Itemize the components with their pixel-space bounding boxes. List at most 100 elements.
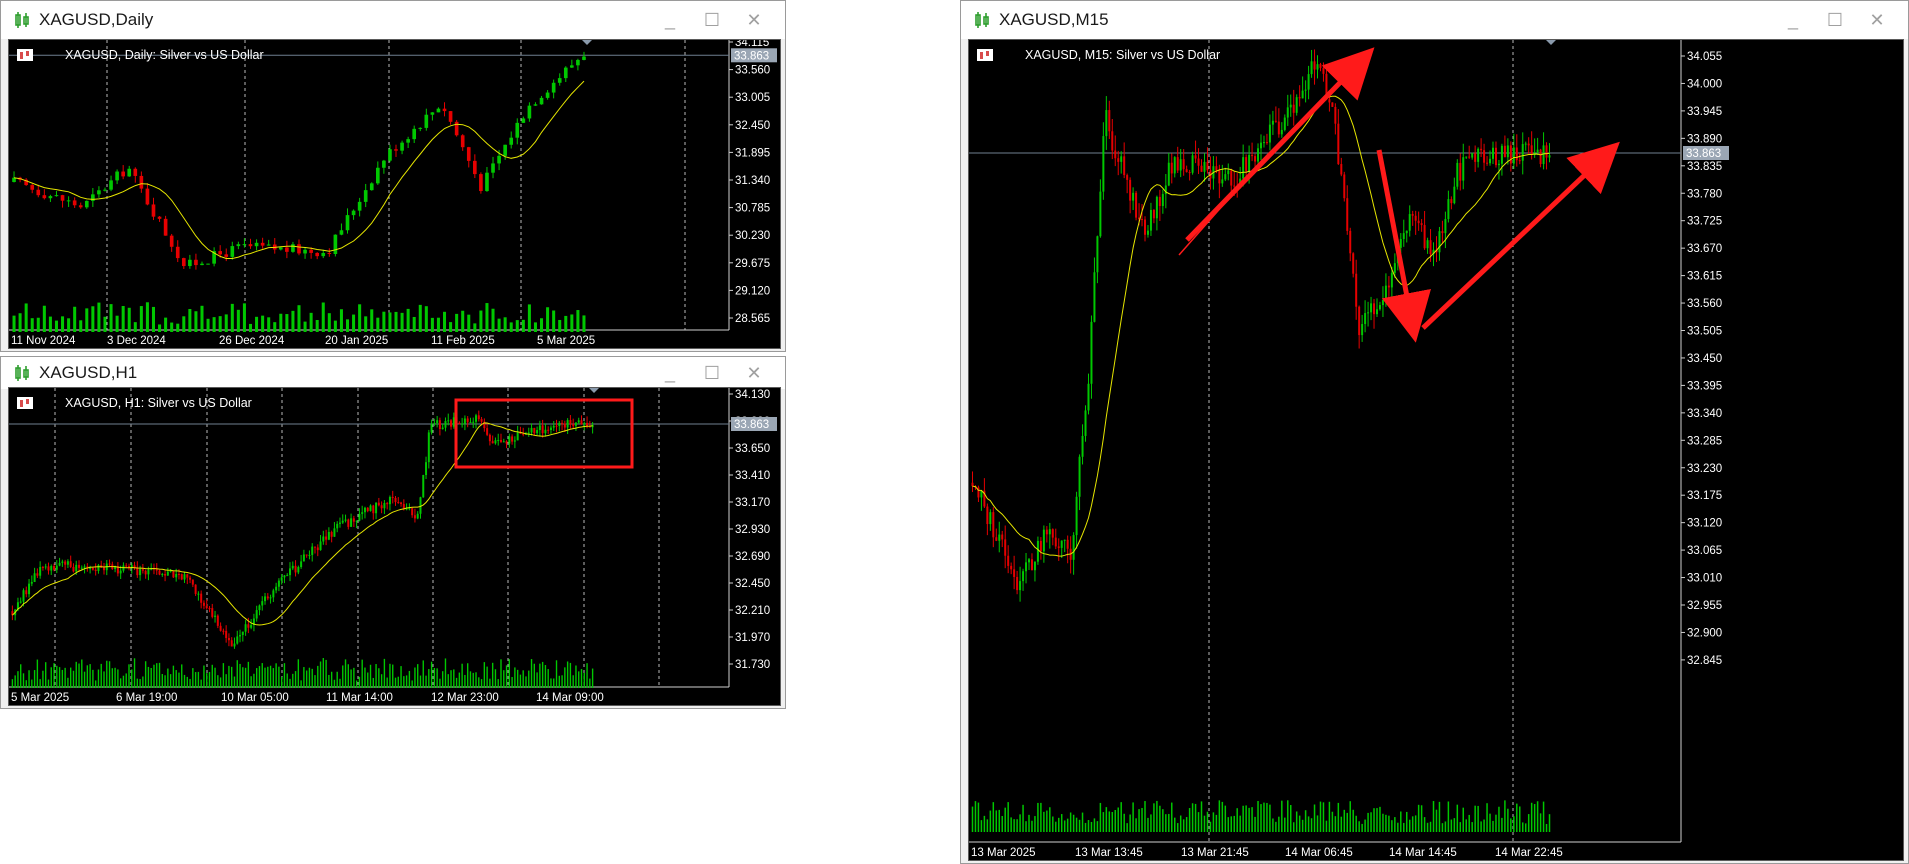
chart-canvas[interactable]: 34.115 33.560 33.005 32.450 31.895 31.340 30.7… [9,40,781,349]
candle-body [1001,534,1004,540]
candle-body [278,247,283,250]
candle-body [1515,147,1518,161]
candle-body [133,168,138,176]
chart-area[interactable]: 34.055 34.000 33.945 33.890 33.835 33.780 33.7… [968,39,1904,861]
candle-body [1233,185,1236,187]
candle-body [971,482,974,487]
candle-body [436,420,439,424]
candle-body [336,523,339,529]
candle-body [557,78,562,83]
candle-body [319,541,322,551]
candle-body [169,235,174,247]
candle-body [42,195,47,199]
candle-body [1221,179,1224,184]
candle-body [69,561,72,567]
candle-body [412,128,417,140]
candle-body [236,636,239,644]
candle-body [300,561,303,568]
chart-type-icon[interactable] [17,48,59,62]
minimize-button[interactable]: _ [1772,1,1814,39]
current-price-label: 33.863 [734,419,769,431]
candle-body [1039,540,1042,552]
candle-body [50,566,53,571]
candle-body [254,242,259,247]
candle-body [89,568,92,570]
chart-type-icon[interactable] [977,48,1019,62]
candle-body [225,630,228,638]
candle-body [180,574,183,580]
candle-body [36,573,39,576]
close-button[interactable]: ✕ [1856,1,1898,39]
maximize-button[interactable]: ☐ [691,357,733,389]
candle-body [289,568,292,576]
candle-body [515,122,520,138]
candle-body [115,171,119,181]
close-button[interactable]: ✕ [733,1,775,39]
candle-body [1313,61,1316,70]
price-tick-label: 33.560 [735,65,770,77]
candle-body [155,569,158,571]
window-m15[interactable]: XAGUSD,M15 _ ☐ ✕ 34.055 34.000 33.945 33.89… [960,0,1909,864]
candle-body [502,441,505,443]
candle-body [380,505,383,509]
candle-body [297,244,301,254]
candle-body [54,195,59,197]
minimize-button[interactable]: _ [649,1,691,39]
candle-body [1004,539,1007,556]
candle-body [555,425,558,427]
time-label: 11 Mar 14:00 [326,692,393,704]
candle-body [58,562,61,566]
chart-canvas[interactable]: 34.13033.89033.65033.41033.17032.93032.6… [9,388,781,706]
candle-body [1450,199,1453,204]
maximize-button[interactable]: ☐ [691,1,733,39]
price-tick-label: 31.895 [735,147,770,159]
title-bar[interactable]: XAGUSD,Daily _ ☐ ✕ [1,1,785,39]
candle-body [1462,157,1465,181]
price-tick-label: 33.890 [1687,133,1722,145]
candle-body [1206,161,1209,171]
candle-body [1013,569,1016,577]
candle-body [1203,161,1206,172]
window-daily[interactable]: XAGUSD,Daily _ ☐ ✕ 34.115 33.560 33.005 32.… [0,0,786,352]
candle-body [1322,67,1325,74]
candle-body [1295,97,1298,113]
window-h1[interactable]: XAGUSD,H1 _ ☐ ✕ 34.13033.89033.65033.410… [0,356,786,709]
title-bar[interactable]: XAGUSD,M15 _ ☐ ✕ [961,1,1908,39]
candle-body [1242,157,1245,179]
candle-body [1173,157,1176,174]
candle-body [166,571,169,576]
candle-body [491,441,494,444]
candle-body [1370,303,1373,313]
minimize-button[interactable]: _ [649,357,691,389]
candle-body [272,590,275,598]
candle-body [94,569,97,572]
candle-body [316,547,319,551]
candle-body [572,424,575,426]
chart-area[interactable]: 34.13033.89033.65033.41033.17032.93032.6… [8,387,781,706]
candle-body [424,114,429,128]
candle-body [1304,89,1307,91]
candle-body [430,112,435,115]
candle-body [1268,124,1271,143]
trend-arrow [1421,141,1620,330]
close-button[interactable]: ✕ [733,357,775,389]
shift-marker [589,388,599,393]
candle-body [576,59,580,66]
candle-body [125,565,128,567]
price-tick-label: 31.970 [735,632,770,644]
chart-type-icon[interactable] [17,396,59,410]
price-tick-label: 33.395 [1687,380,1722,392]
candle-body [1057,546,1060,548]
candle-body [1509,145,1512,164]
candle-body [60,195,65,201]
candle-body [1417,220,1420,224]
title-bar[interactable]: XAGUSD,H1 _ ☐ ✕ [1,357,785,389]
candle-body [1135,192,1138,218]
maximize-button[interactable]: ☐ [1814,1,1856,39]
candle-body [503,144,507,156]
candle-body [227,637,230,641]
chart-canvas[interactable]: 34.055 34.000 33.945 33.890 33.835 33.780 33.7… [969,40,1904,861]
price-tick-label: 33.005 [735,92,770,104]
chart-area[interactable]: 34.115 33.560 33.005 32.450 31.895 31.340 30.7… [8,39,781,349]
candle-body [1301,90,1304,99]
